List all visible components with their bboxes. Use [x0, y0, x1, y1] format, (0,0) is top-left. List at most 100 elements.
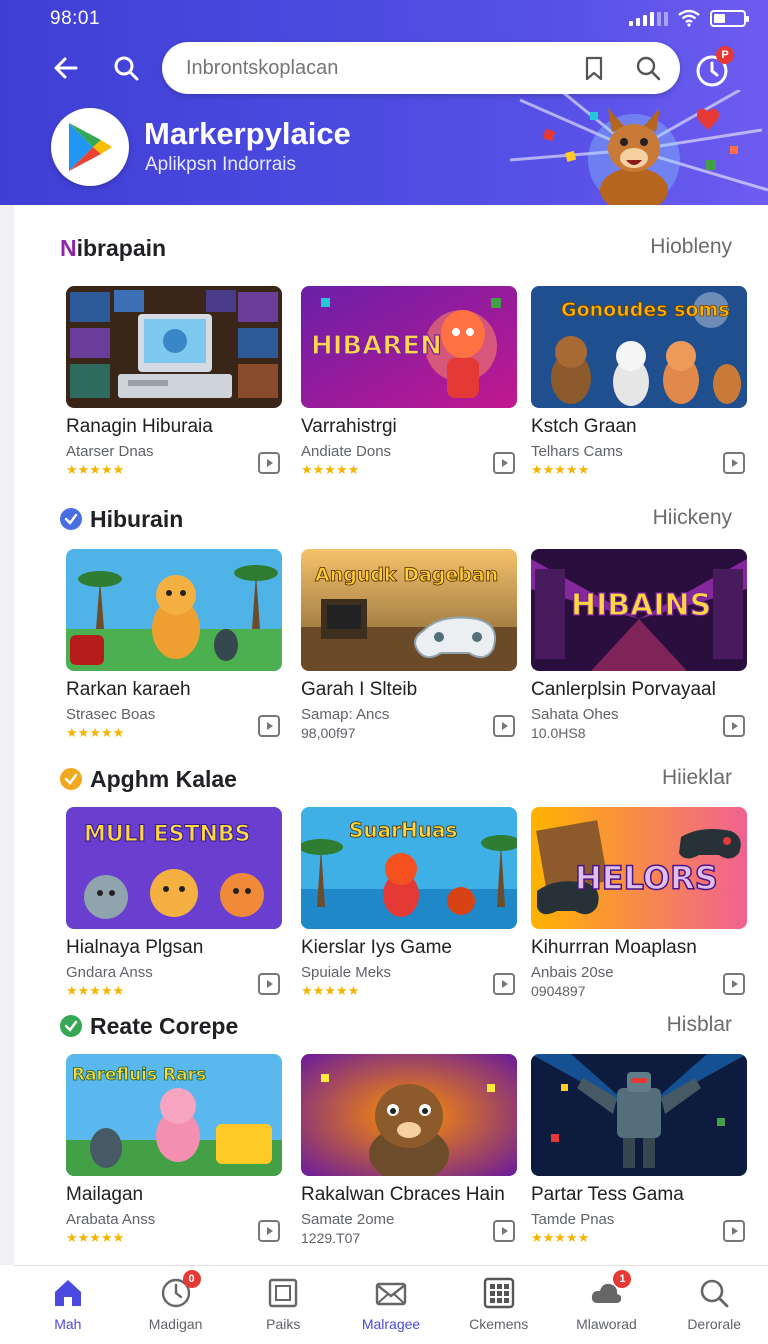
app-thumbnail[interactable]: Rarefluis Rars: [66, 1054, 282, 1176]
app-title: Canlerplsin Porvayaal: [531, 679, 716, 700]
install-button[interactable]: [258, 1220, 280, 1242]
nav-label: Derorale: [687, 1316, 742, 1332]
app-title: Ranagin Hiburaia: [66, 416, 213, 437]
app-title: Rarkan karaeh: [66, 679, 191, 700]
clock-icon: 0: [159, 1270, 201, 1310]
app-thumbnail[interactable]: SuarHuas: [301, 807, 517, 929]
art-title: Rarefluis Rars: [72, 1065, 206, 1085]
rating-stars: ★★★★★: [66, 983, 125, 998]
art-title: MULI ESTNBS: [84, 822, 251, 847]
gaming-setup-art: [66, 286, 282, 408]
section-more-link[interactable]: Hisblar: [667, 1013, 732, 1037]
install-button[interactable]: [723, 1220, 745, 1242]
square-icon: [266, 1276, 300, 1310]
app-thumbnail[interactable]: Gonoudes soms: [531, 286, 747, 408]
app-developer: Spuiale Meks: [301, 964, 392, 981]
nav-item-derorale[interactable]: Derorale: [660, 1266, 768, 1344]
bookmark-icon[interactable]: [580, 54, 608, 82]
app-thumbnail[interactable]: HELORS: [531, 807, 747, 929]
beaver-art: [301, 1054, 517, 1176]
app-developer: Atarser Dnas: [66, 443, 154, 460]
notification-badge: 1: [613, 1270, 632, 1288]
nav-label: Madigan: [148, 1316, 203, 1332]
app-title: Rakalwan Cbraces Hain: [301, 1184, 505, 1205]
section-more-link[interactable]: Hiieklar: [662, 766, 732, 790]
section-header: Nibrapain: [60, 233, 166, 263]
install-button[interactable]: [723, 715, 745, 737]
bottom-navigation: Mah 0 Madigan Paiks Malragee Ckemens 1 M…: [14, 1265, 768, 1344]
nav-item-ckemens[interactable]: Ckemens: [445, 1266, 553, 1344]
install-button[interactable]: [258, 715, 280, 737]
jungle-bear-art: [66, 549, 282, 671]
section-header: Apghm Kalae: [60, 764, 237, 794]
app-thumbnail[interactable]: MULI ESTNBS: [66, 807, 282, 929]
app-title: Hialnaya Plgsan: [66, 937, 204, 958]
profile-button[interactable]: P: [692, 46, 734, 90]
grid-icon: [482, 1276, 516, 1310]
nav-item-mlaworad[interactable]: 1 Mlaworad: [553, 1266, 661, 1344]
search-input[interactable]: [186, 52, 556, 84]
dageban-art: Angudk Dageban: [301, 549, 517, 671]
download-count: 98,00f97: [301, 725, 356, 741]
nav-item-malragee[interactable]: Malragee: [337, 1266, 445, 1344]
section-reate-corepe: Reate Corepe Hisblar Rarefluis Rars Mail…: [14, 1011, 768, 1251]
nav-item-home[interactable]: Mah: [14, 1266, 122, 1344]
nav-label: Malragee: [361, 1316, 421, 1332]
app-title: Mailagan: [66, 1184, 144, 1205]
rating-stars: ★★★★★: [531, 462, 590, 477]
app-thumbnail[interactable]: HIBAINS: [531, 549, 747, 671]
app-developer: Anbais 20se: [531, 964, 614, 981]
brand-title: Markerpylaice: [144, 116, 351, 151]
rating-stars: ★★★★★: [301, 983, 360, 998]
app-developer: Arabata Anss: [66, 1211, 156, 1228]
app-thumbnail[interactable]: HIBAREN: [301, 286, 517, 408]
app-developer: Telhars Cams: [531, 443, 623, 460]
rating-stars: ★★★★★: [301, 462, 360, 477]
install-button[interactable]: [723, 973, 745, 995]
section-title: Hiburain: [90, 505, 184, 532]
battery-icon: [710, 9, 749, 27]
hibaren-art: HIBAREN: [301, 286, 517, 408]
content-edge: [0, 205, 14, 1265]
app-thumbnail[interactable]: [66, 549, 282, 671]
section-more-link[interactable]: Hiobleny: [650, 235, 732, 259]
install-button[interactable]: [723, 452, 745, 474]
art-title: HELORS: [575, 859, 718, 897]
hibains-art: HIBAINS: [531, 549, 747, 671]
search-icon: [114, 56, 139, 81]
install-button[interactable]: [493, 452, 515, 474]
wifi-icon: [678, 9, 700, 27]
brand-subtitle: Aplikpsn Indorrais: [145, 154, 297, 175]
status-icons: [629, 9, 749, 27]
install-button[interactable]: [493, 973, 515, 995]
install-button[interactable]: [258, 452, 280, 474]
install-button[interactable]: [493, 715, 515, 737]
art-title: HIBAINS: [571, 588, 711, 623]
app-thumbnail[interactable]: [301, 1054, 517, 1176]
search-icon[interactable]: [634, 54, 662, 82]
suarhuas-art: SuarHuas: [301, 807, 517, 929]
notification-badge: 0: [182, 1270, 201, 1288]
app-developer: Gndara Anss: [66, 964, 153, 981]
app-title: Partar Tess Gama: [531, 1184, 684, 1205]
header-search-button[interactable]: [108, 50, 144, 86]
section-apghm-kalae: Apghm Kalae Hiieklar MULI ESTNBS Hialnay…: [14, 764, 768, 1004]
search-icon: [697, 1276, 731, 1310]
nav-label: Ckemens: [469, 1316, 529, 1332]
download-count: 10.0HS8: [531, 725, 586, 741]
nav-item-paiks[interactable]: Paiks: [229, 1266, 337, 1344]
nav-item-madigan[interactable]: 0 Madigan: [122, 1266, 230, 1344]
signal-icon: [629, 10, 668, 26]
install-button[interactable]: [493, 1220, 515, 1242]
app-thumbnail[interactable]: Angudk Dageban: [301, 549, 517, 671]
section-more-link[interactable]: Hiickeny: [653, 506, 732, 530]
app-thumbnail[interactable]: [66, 286, 282, 408]
app-thumbnail[interactable]: [531, 1054, 747, 1176]
install-button[interactable]: [258, 973, 280, 995]
search-bar[interactable]: [162, 42, 680, 94]
download-count: 0904897: [531, 983, 586, 999]
helors-art: HELORS: [531, 807, 747, 929]
back-button[interactable]: [48, 50, 84, 86]
art-title: Gonoudes soms: [561, 299, 730, 321]
status-bar: 98:01: [0, 0, 768, 36]
